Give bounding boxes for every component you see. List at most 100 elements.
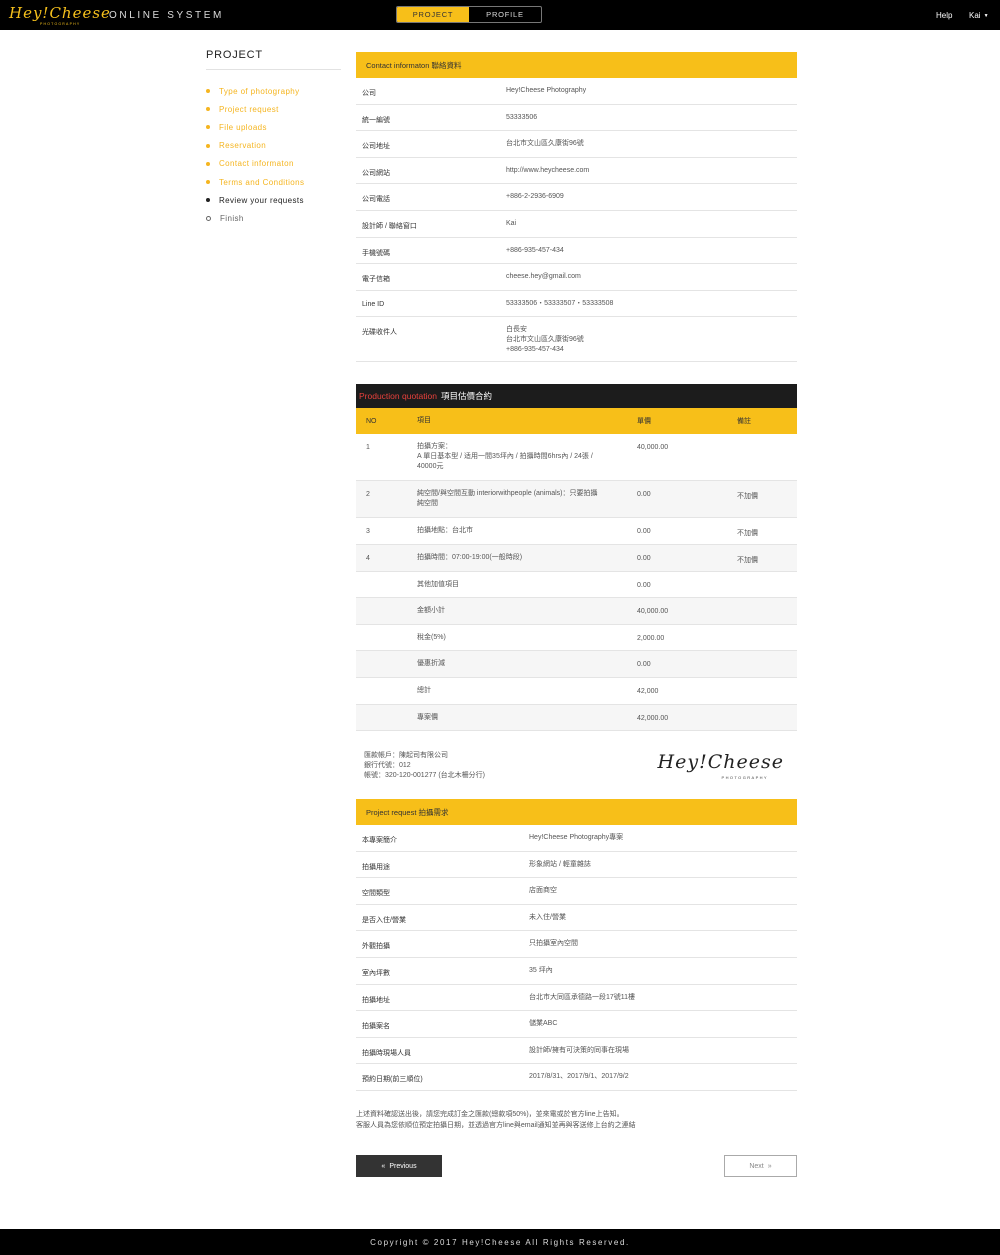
col-item: 項目 <box>417 417 431 425</box>
item-line: A 單日基本型 / 适用一間35坪內 / 拍攝時間6hrs內 / 24張 / <box>417 453 593 461</box>
kv-row: 拍攝案名 儲業ABC <box>356 1011 797 1038</box>
disc-address: 台北市文山區久康街96號 <box>506 336 584 344</box>
user-name: Kai <box>969 11 981 20</box>
cell-no <box>356 635 417 651</box>
kv-label: 統一編號 <box>362 116 390 124</box>
kv-label: 拍攝用途 <box>362 863 390 871</box>
cell-note <box>737 608 797 624</box>
step-label: Project request <box>219 104 279 114</box>
kv-label: 光碟收件人 <box>362 329 397 337</box>
sidebar-title: PROJECT <box>206 49 341 70</box>
kv-label: 是否入住/營業 <box>362 916 406 924</box>
item-line: 純空間 <box>417 500 438 508</box>
kv-label: 公司電話 <box>362 196 390 204</box>
cell-no: 4 <box>366 554 370 562</box>
cell-note <box>737 715 797 731</box>
step-item[interactable]: Finish <box>206 209 341 227</box>
tab-project[interactable]: PROJECT <box>397 7 469 22</box>
user-menu[interactable]: Kai ▼ <box>969 11 989 20</box>
cell-no: 1 <box>366 444 370 452</box>
step-item[interactable]: Type of photography <box>206 82 341 100</box>
kv-label: 設計師 / 聯絡窗口 <box>362 222 417 230</box>
kv-label: 公司 <box>362 90 376 97</box>
disc-recipient-row: 光碟收件人 白長安 台北市文山區久康街96號 +886-935-457-434 <box>356 317 797 363</box>
bank-account-number: 帳號：320-120-001277 (台北木柵分行) <box>364 772 485 780</box>
bullet-dot-icon <box>206 143 210 148</box>
kv-label: 空間類型 <box>362 890 390 898</box>
tab-profile[interactable]: PROFILE <box>469 7 541 22</box>
request-heading: Project request 拍攝需求 <box>356 799 797 826</box>
kv-label: 本專案簡介 <box>362 837 397 845</box>
cell-price: 40,000.00 <box>637 608 669 616</box>
previous-button[interactable]: « Previous <box>356 1155 442 1178</box>
bank-lines: 匯款帳戶：陳起司有限公司 銀行代號：012 帳號：320-120-001277 … <box>364 751 485 783</box>
item-line: 金額小計 <box>417 607 445 615</box>
kv-label: 室內坪數 <box>362 970 390 978</box>
kv-row: 公司地址 台北市文山區久康街96號 <box>356 131 797 158</box>
step-navigation: « Previous Next » <box>356 1155 797 1178</box>
cell-note: 不加價 <box>737 530 758 538</box>
cell-item: 總計 <box>417 686 637 704</box>
table-row: 總計 42,000 <box>356 678 797 705</box>
cell-no <box>356 661 417 677</box>
next-button[interactable]: Next » <box>724 1155 797 1178</box>
kv-value: 台北市大同區承德路一段17號11樓 <box>529 993 636 1001</box>
cell-note <box>737 635 797 651</box>
kv-row: 電子信箱 cheese.hey@gmail.com <box>356 264 797 291</box>
table-row: 金額小計 40,000.00 <box>356 598 797 625</box>
bank-account-name: 匯款帳戶：陳起司有限公司 <box>364 752 448 760</box>
step-item[interactable]: Review your requests <box>206 191 341 209</box>
cell-note <box>737 688 797 704</box>
kv-label: Line ID <box>362 300 385 308</box>
kv-value: 白長安 台北市文山區久康街96號 +886-935-457-434 <box>506 325 797 355</box>
brand-logo[interactable]: Hey!Cheese PHOTOGRAPHY <box>9 5 111 27</box>
kv-label: 外觀拍攝 <box>362 943 390 951</box>
kv-value: 儲業ABC <box>529 1020 558 1028</box>
col-price: 單價 <box>637 418 651 426</box>
cell-price: 0.00 <box>637 554 651 562</box>
kv-value: 53333506・53333507・53333508 <box>506 299 614 307</box>
project-sidebar: PROJECT Type of photography Project reque… <box>206 49 341 228</box>
cell-no: 3 <box>366 528 370 536</box>
kv-label: 預約日期(前三順位) <box>362 1076 423 1084</box>
step-item[interactable]: Project request <box>206 100 341 118</box>
kv-row: 空間類型 店面商空 <box>356 878 797 905</box>
bank-info: 匯款帳戶：陳起司有限公司 銀行代號：012 帳號：320-120-001277 … <box>356 731 797 799</box>
cell-note: 不加價 <box>737 556 758 564</box>
cell-item: 純空間/與空間互動 interiorwithpeople (animals)：只… <box>417 489 637 517</box>
cell-price: 0.00 <box>637 581 651 589</box>
step-label: Review your requests <box>219 195 304 205</box>
kv-value: 形象網站 / 輕童雜誌 <box>529 860 591 868</box>
kv-row: 公司網站 http://www.heycheese.com <box>356 158 797 185</box>
step-item[interactable]: Reservation <box>206 137 341 155</box>
cell-no <box>356 608 417 624</box>
bullet-dot-icon <box>206 215 211 221</box>
step-item[interactable]: File uploads <box>206 118 341 136</box>
kv-label: 手機號碼 <box>362 249 390 257</box>
caret-down-icon: ▼ <box>983 12 989 19</box>
help-link[interactable]: Help <box>936 11 952 20</box>
main-content: Contact informaton 聯絡資料 公司 Hey!Cheese Pho… <box>356 52 797 1178</box>
step-label: File uploads <box>219 122 267 132</box>
kv-row: 設計師 / 聯絡窗口 Kai <box>356 211 797 238</box>
cell-price: 0.00 <box>637 491 651 499</box>
bank-code: 銀行代號：012 <box>364 762 411 770</box>
bullet-dot-icon <box>206 161 210 166</box>
step-label: Reservation <box>219 141 267 151</box>
step-item[interactable]: Contact informaton <box>206 155 341 173</box>
bullet-dot-icon <box>206 89 210 94</box>
step-item[interactable]: Terms and Conditions <box>206 173 341 191</box>
cell-price: 40,000.00 <box>637 444 669 452</box>
bullet-dot-icon <box>206 125 210 130</box>
quotation-table-body: 1 拍攝方案： A 單日基本型 / 适用一間35坪內 / 拍攝時間6hrs內 / 2… <box>356 434 797 732</box>
kv-label: 拍攝地址 <box>362 996 390 1004</box>
item-line: 稅金(5%) <box>417 633 446 641</box>
kv-row: 公司電話 +886-2-2936-6909 <box>356 184 797 211</box>
cell-item: 金額小計 <box>417 606 637 624</box>
contact-heading: Contact informaton 聯絡資料 <box>356 52 797 78</box>
cell-note <box>737 661 797 677</box>
kv-value: 35 坪內 <box>529 967 553 975</box>
note-line-2: 客服人員為您依順位預定拍攝日期，並透過官方line與email通知並再與客送修上… <box>356 1122 636 1130</box>
cell-note <box>737 444 797 480</box>
step-label: Terms and Conditions <box>219 177 305 187</box>
